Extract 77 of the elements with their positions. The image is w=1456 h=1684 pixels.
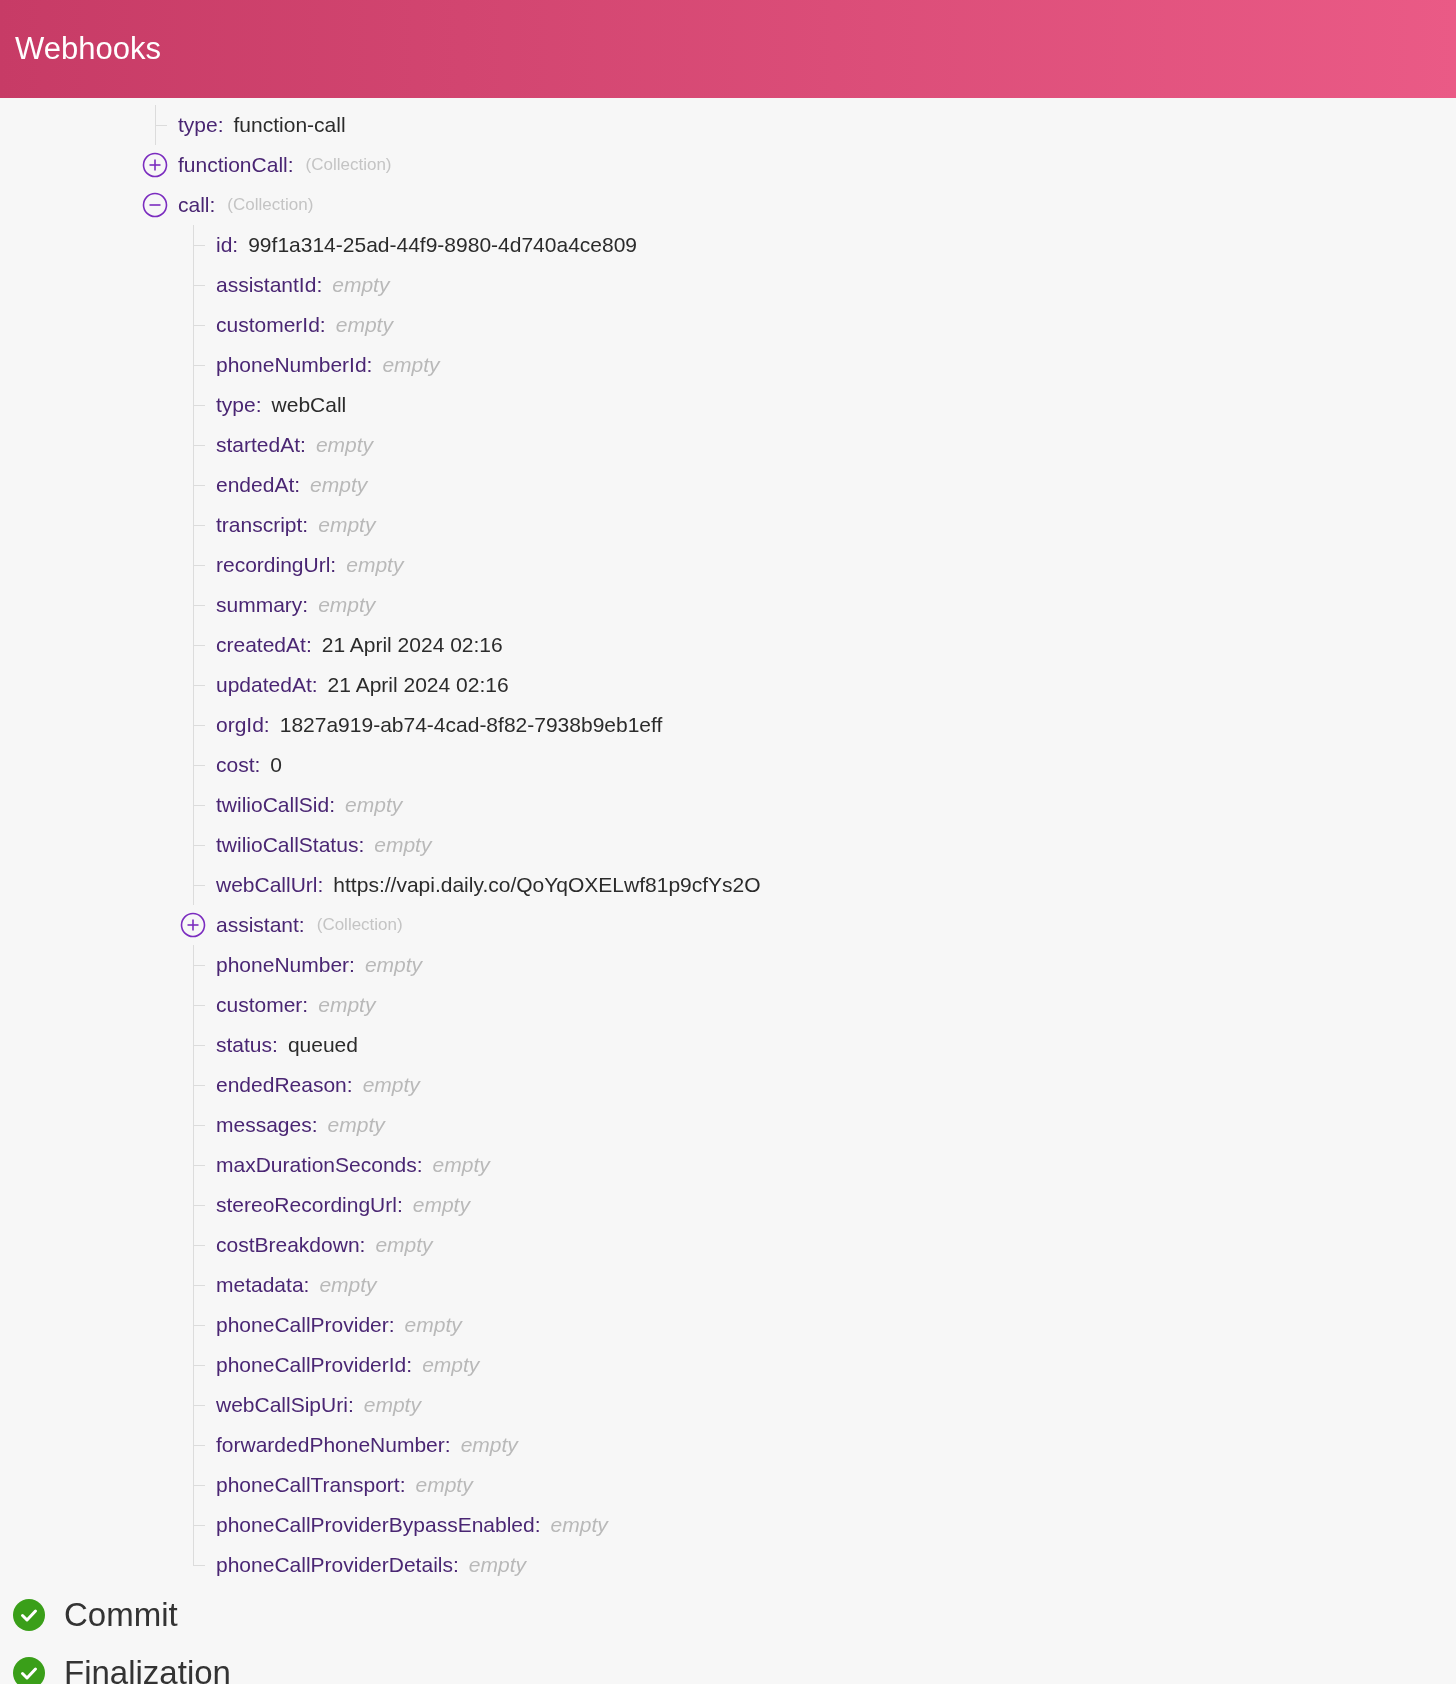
- field-value: 21 April 2024 02:16: [321, 632, 503, 659]
- collapse-icon[interactable]: [142, 192, 168, 218]
- field-key: phoneCallProvider:: [216, 1309, 395, 1341]
- field-key: startedAt:: [216, 429, 306, 461]
- step-label: Finalization: [64, 1653, 231, 1684]
- empty-value: empty: [318, 592, 376, 619]
- field-value: 0: [270, 752, 283, 779]
- field-key: orgId:: [216, 709, 270, 741]
- field-key: type:: [178, 109, 224, 141]
- field-key: phoneCallProviderBypassEnabled:: [216, 1509, 541, 1541]
- expand-icon[interactable]: [180, 912, 206, 938]
- field-key: webCallSipUri:: [216, 1389, 354, 1421]
- field-key: phoneNumberId:: [216, 349, 373, 381]
- empty-value: empty: [363, 1392, 421, 1419]
- expand-icon[interactable]: [142, 152, 168, 178]
- empty-value: empty: [422, 1352, 480, 1379]
- field-key: createdAt:: [216, 629, 312, 661]
- field-value: function-call: [233, 112, 346, 139]
- empty-value: empty: [319, 1272, 377, 1299]
- field-key: customer:: [216, 989, 309, 1021]
- empty-value: empty: [415, 1472, 473, 1499]
- field-key: forwardedPhoneNumber:: [216, 1429, 451, 1461]
- field-key: phoneCallTransport:: [216, 1469, 406, 1501]
- field-key: twilioCallSid:: [216, 789, 336, 821]
- field-key: updatedAt:: [216, 669, 318, 701]
- field-key: maxDurationSeconds:: [216, 1149, 423, 1181]
- field-value: queued: [287, 1032, 358, 1059]
- field-value: 99f1a314-25ad-44f9-8980-4d740a4ce809: [248, 232, 638, 259]
- empty-value: empty: [310, 472, 368, 499]
- empty-value: empty: [404, 1312, 462, 1339]
- field-key: stereoRecordingUrl:: [216, 1189, 403, 1221]
- empty-value: empty: [327, 1112, 385, 1139]
- field-key: type:: [216, 389, 262, 421]
- field-key: endedReason:: [216, 1069, 353, 1101]
- field-key: phoneCallProviderDetails:: [216, 1549, 459, 1581]
- empty-value: empty: [345, 792, 403, 819]
- field-key: status:: [216, 1029, 278, 1061]
- field-key: webCallUrl:: [216, 869, 324, 901]
- field-key: assistantId:: [216, 269, 323, 301]
- empty-value: empty: [550, 1512, 608, 1539]
- empty-value: empty: [382, 352, 440, 379]
- field-key: id:: [216, 229, 239, 261]
- empty-value: empty: [332, 272, 390, 299]
- field-key: phoneNumber:: [216, 949, 355, 981]
- empty-value: empty: [335, 312, 393, 339]
- empty-value: empty: [318, 992, 376, 1019]
- field-key: recordingUrl:: [216, 549, 337, 581]
- field-key[interactable]: assistant:: [216, 909, 305, 941]
- empty-value: empty: [374, 832, 432, 859]
- field-key: costBreakdown:: [216, 1229, 366, 1261]
- empty-value: empty: [364, 952, 423, 979]
- field-key: metadata:: [216, 1269, 310, 1301]
- field-value: https://vapi.daily.co/QoYqOXELwf81p9cfYs2O: [333, 872, 761, 899]
- step-label: Commit: [64, 1595, 178, 1636]
- field-key: messages:: [216, 1109, 318, 1141]
- field-key[interactable]: call:: [178, 189, 216, 221]
- field-value: 1827a919-ab74-4cad-8f82-7938b9eb1eff: [279, 712, 663, 739]
- field-key: transcript:: [216, 509, 309, 541]
- field-key: summary:: [216, 589, 309, 621]
- field-key: phoneCallProviderId:: [216, 1349, 413, 1381]
- field-value: webCall: [271, 392, 347, 419]
- empty-value: empty: [315, 432, 374, 459]
- empty-value: empty: [412, 1192, 470, 1219]
- empty-value: empty: [432, 1152, 490, 1179]
- empty-value: empty: [468, 1552, 526, 1579]
- field-value: 21 April 2024 02:16: [327, 672, 509, 699]
- field-key: customerId:: [216, 309, 326, 341]
- field-key: cost:: [216, 749, 261, 781]
- field-key[interactable]: functionCall:: [178, 149, 294, 181]
- empty-value: empty: [346, 552, 404, 579]
- empty-value: empty: [460, 1432, 518, 1459]
- empty-value: empty: [318, 512, 376, 539]
- field-key: endedAt:: [216, 469, 301, 501]
- empty-value: empty: [362, 1072, 420, 1099]
- field-key: twilioCallStatus:: [216, 829, 365, 861]
- empty-value: empty: [375, 1232, 433, 1259]
- page-title: Webhooks: [15, 29, 161, 68]
